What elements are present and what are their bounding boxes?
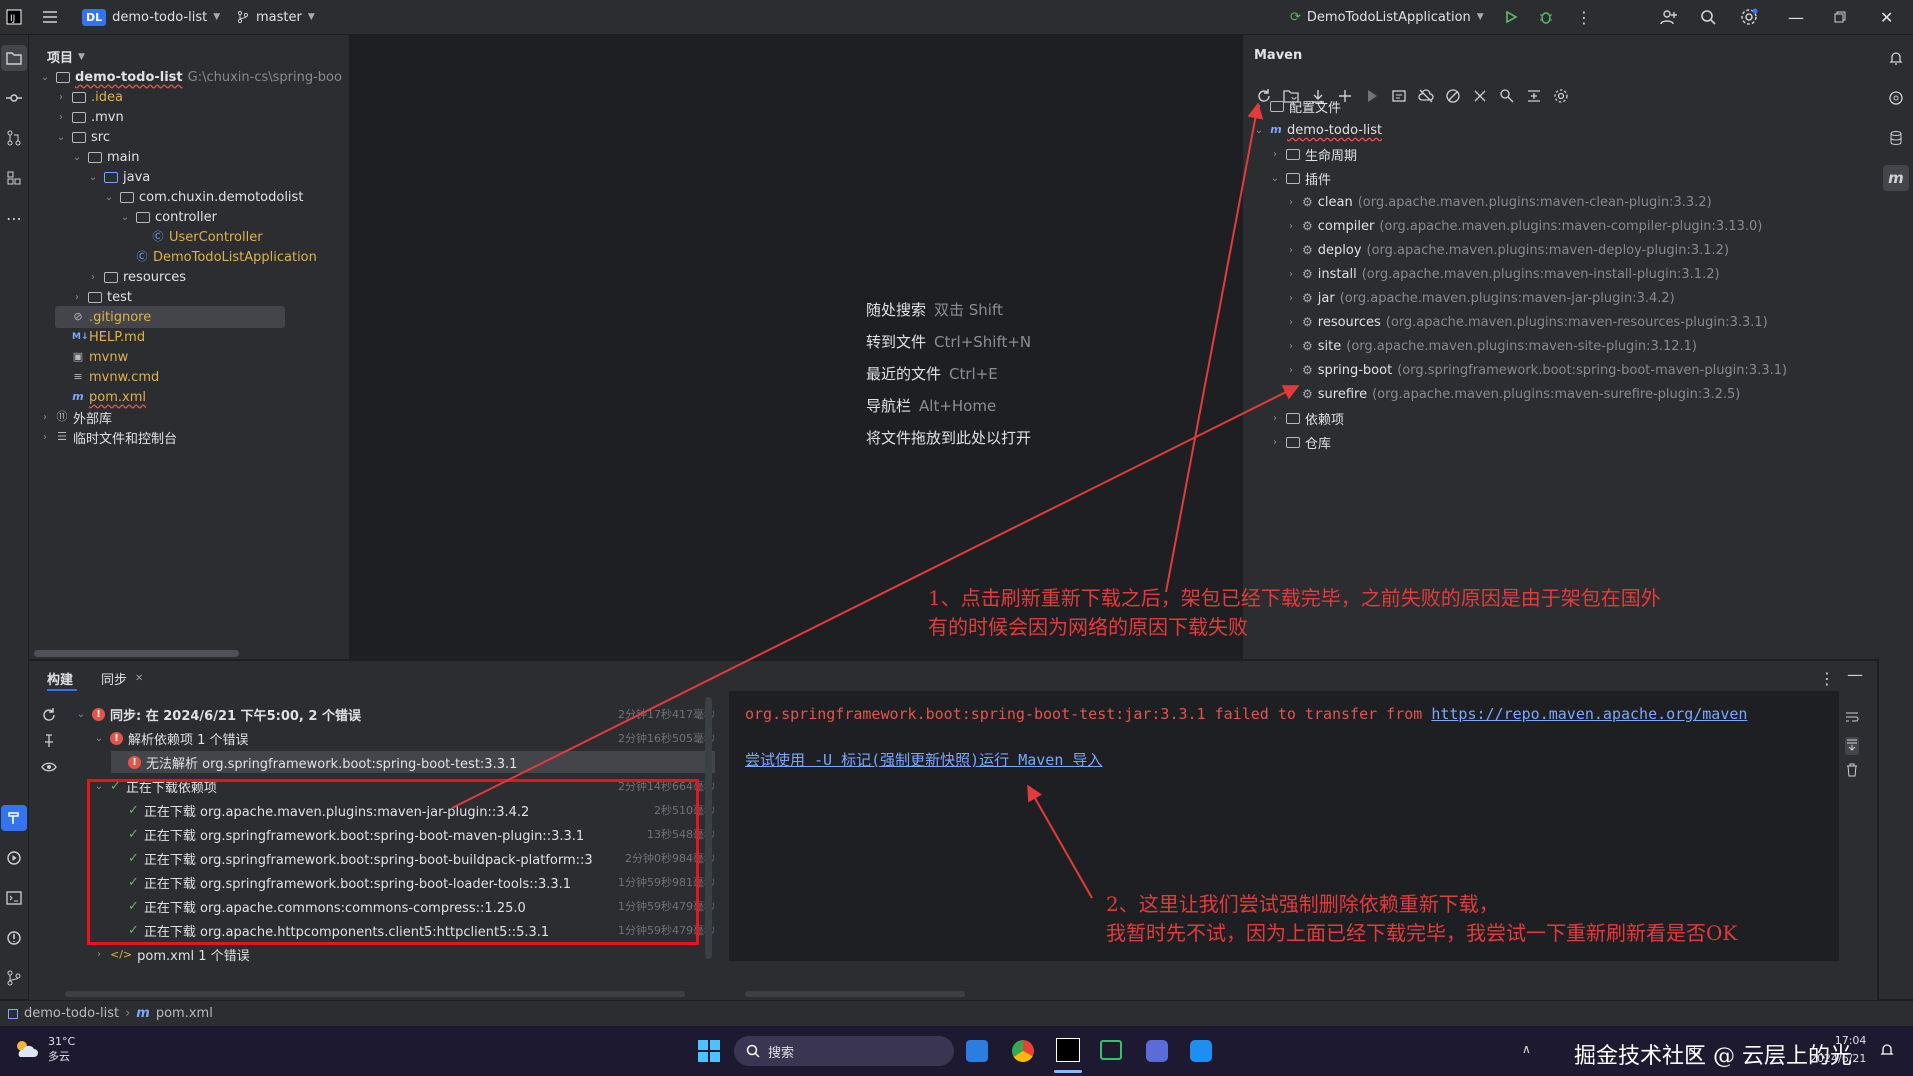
annotation-note-1-line-1: 1、点击刷新重新下载之后，架包已经下载完毕，之前失败的原因是由于架包在国外 [928,586,1661,610]
annotation-note-1: 1、点击刷新重新下载之后，架包已经下载完毕，之前失败的原因是由于架包在国外 有的… [928,584,1661,642]
annotation-note-2-line-2: 我暂时先不试，因为上面已经下载完毕，我尝试一下重新刷新看是否OK [1106,921,1738,945]
arrow-to-reload [1165,102,1264,593]
annotation-note-2: 2、这里让我们尝试强制删除依赖重新下载， 我暂时先不试，因为上面已经下载完毕，我… [1106,890,1737,948]
annotation-note-1-line-2: 有的时候会因为网络的原因下载失败 [928,615,1248,639]
annotation-note-2-line-1: 2、这里让我们尝试强制删除依赖重新下载， [1106,892,1499,916]
arrow-to-force-update [1027,784,1093,899]
